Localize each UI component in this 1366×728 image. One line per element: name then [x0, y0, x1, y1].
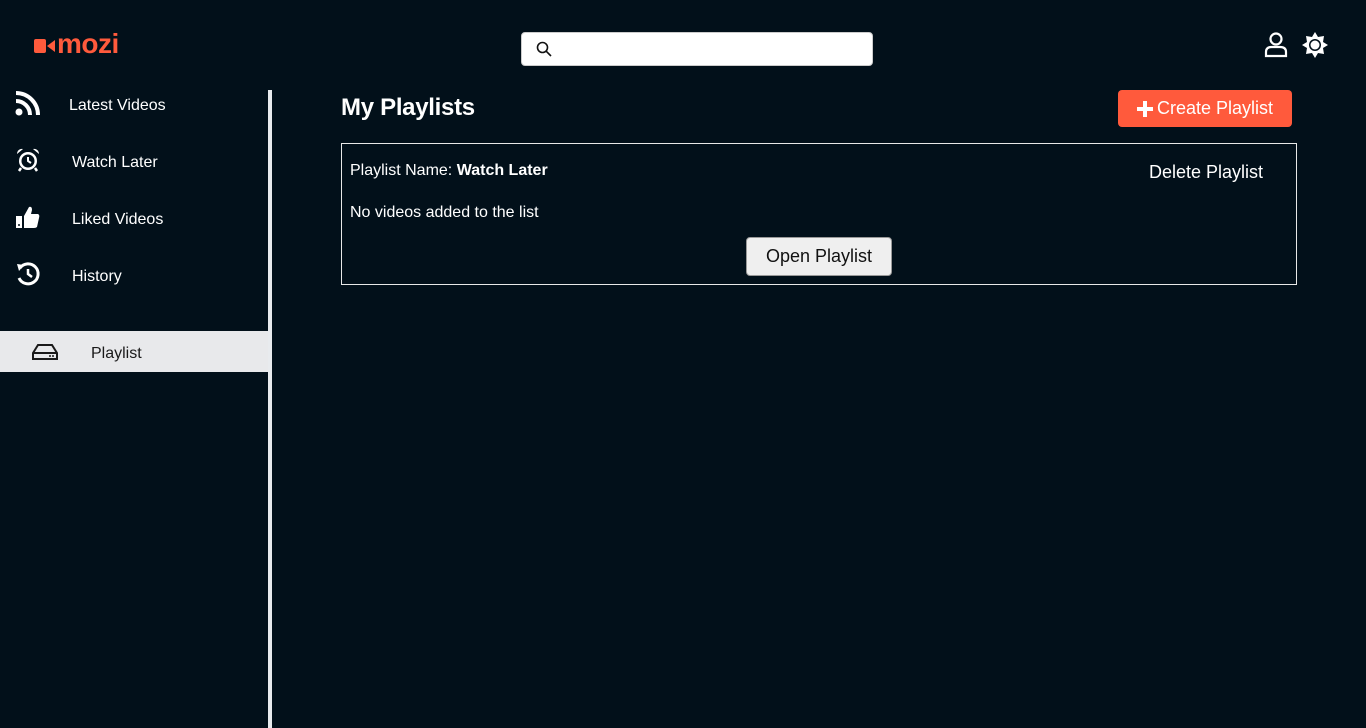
- create-playlist-button[interactable]: Create Playlist: [1118, 90, 1292, 127]
- search-icon: [536, 41, 552, 57]
- delete-playlist-button[interactable]: Delete Playlist: [1149, 162, 1263, 183]
- empty-playlist-message: No videos added to the list: [350, 204, 539, 221]
- playlist-name-label: Playlist Name:: [350, 162, 457, 179]
- brand-logo[interactable]: mozi: [34, 28, 119, 60]
- sidebar-item-label: Playlist: [91, 345, 142, 362]
- plus-icon: [1136, 100, 1153, 117]
- hard-drive-icon: [32, 344, 58, 360]
- sidebar-item-label: Liked Videos: [72, 211, 164, 228]
- playlist-name: Playlist Name: Watch Later: [350, 162, 548, 180]
- history-icon: [17, 262, 40, 286]
- sidebar-item-playlist[interactable]: Playlist: [0, 331, 269, 372]
- sidebar-item-latest-videos[interactable]: Latest Videos: [0, 88, 269, 145]
- theme-toggle-icon[interactable]: [1302, 32, 1328, 63]
- sidebar-item-label: History: [72, 268, 122, 285]
- playlist-card: Playlist Name: Watch Later Delete Playli…: [341, 143, 1297, 285]
- page-title: My Playlists: [341, 94, 475, 121]
- video-camera-icon: [34, 38, 55, 53]
- search-bar[interactable]: [521, 32, 873, 66]
- create-playlist-label: Create Playlist: [1156, 98, 1274, 118]
- playlist-name-value: Watch Later: [456, 162, 548, 179]
- sidebar-divider: [268, 90, 272, 728]
- sidebar-item-watch-later[interactable]: Watch Later: [0, 145, 269, 202]
- thumbs-up-icon: [16, 206, 40, 228]
- rss-icon: [15, 91, 40, 116]
- open-playlist-button[interactable]: Open Playlist: [746, 237, 892, 276]
- sidebar: Latest Videos Watch Later Liked Videos H…: [0, 88, 269, 372]
- sidebar-item-label: Watch Later: [72, 154, 158, 171]
- sidebar-item-history[interactable]: History: [0, 259, 269, 316]
- user-icon[interactable]: [1264, 32, 1288, 63]
- sidebar-item-label: Latest Videos: [69, 97, 166, 114]
- brand-name: mozi: [57, 28, 119, 59]
- sidebar-item-liked-videos[interactable]: Liked Videos: [0, 202, 269, 259]
- search-input[interactable]: [560, 33, 872, 65]
- alarm-clock-icon: [16, 148, 40, 172]
